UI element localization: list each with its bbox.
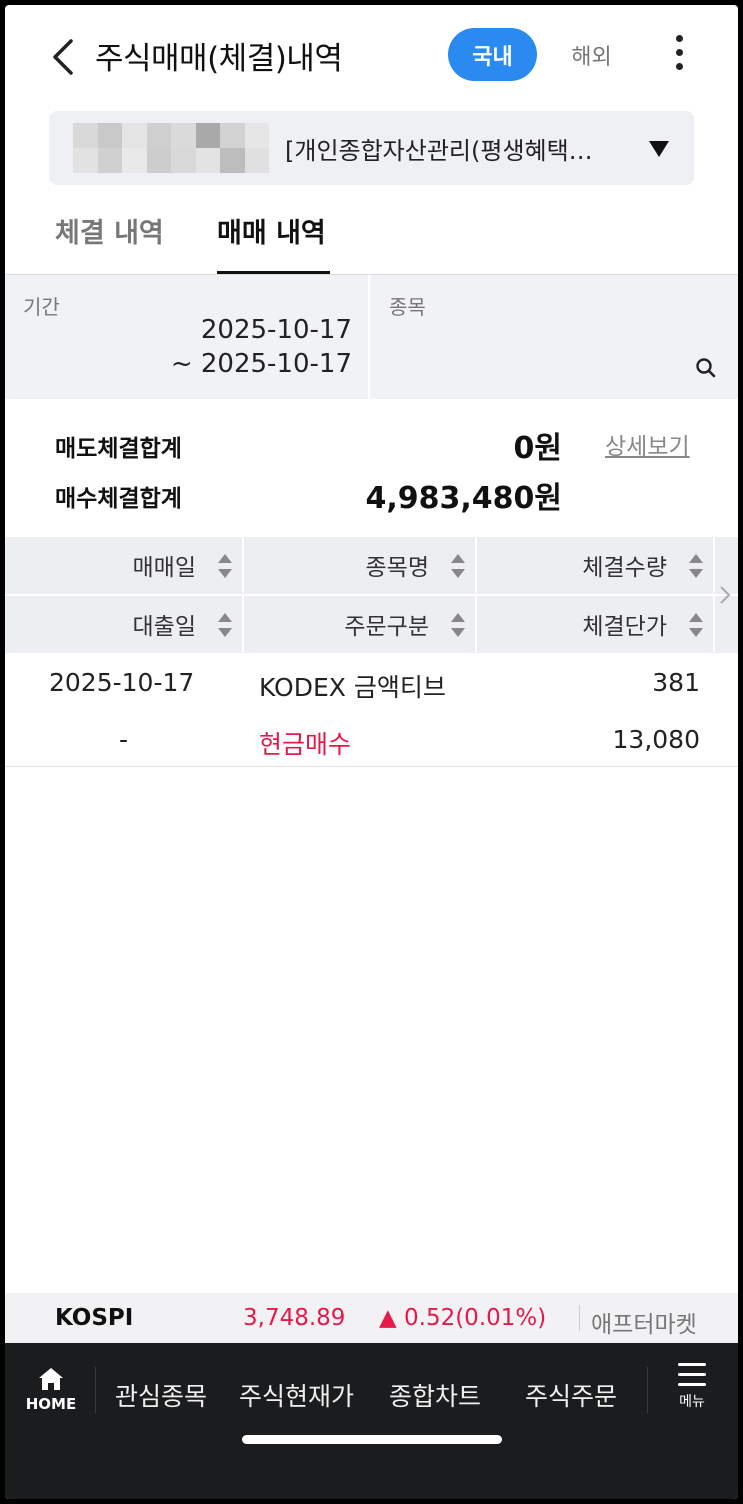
filter-panel: 기간 2025-10-17 ~ 2025-10-17 종목 [5, 275, 738, 399]
column-header-order-type[interactable]: 주문구분 [244, 596, 477, 652]
dropdown-triangle-icon [649, 141, 669, 157]
tab-bar: 체결 내역 매매 내역 [5, 195, 738, 275]
sort-icon [218, 613, 232, 637]
index-name: KOSPI [55, 1305, 134, 1331]
nav-item-watchlist[interactable]: 관심종목 [115, 1377, 207, 1413]
ticker-divider [579, 1305, 580, 1331]
sell-total-value: 0원 [513, 431, 562, 466]
tab-trade-history[interactable]: 매매 내역 [217, 211, 326, 250]
more-options-icon[interactable] [669, 35, 689, 77]
nav-divider [647, 1367, 648, 1413]
quantity-cell: 381 [652, 668, 700, 697]
price-cell: 13,080 [612, 725, 700, 754]
period-filter[interactable]: 기간 2025-10-17 ~ 2025-10-17 [5, 275, 370, 399]
trade-summary: 매도체결합계 0원 상세보기 매수체결합계 4,983,480원 [5, 399, 738, 537]
stock-name-cell: KODEX 금액티브 [259, 673, 446, 702]
search-icon[interactable] [693, 355, 719, 381]
masked-account-number [73, 123, 269, 173]
page-title: 주식매매(체결)내역 [95, 41, 343, 77]
nav-home-button[interactable]: HOME [19, 1363, 83, 1423]
nav-menu-label: 메뉴 [679, 1394, 705, 1410]
sort-icon [451, 613, 465, 637]
nav-item-order[interactable]: 주식주문 [525, 1377, 617, 1413]
hamburger-menu-icon [678, 1363, 706, 1386]
app-screen: 주식매매(체결)내역 국내 해외 [개인종합자산관리(평생혜택… 체결 내역 매… [5, 5, 738, 1499]
period-end-date: ~ 2025-10-17 [170, 349, 352, 379]
header: 주식매매(체결)내역 국내 해외 [5, 5, 738, 110]
back-arrow-icon[interactable] [45, 35, 81, 79]
sort-icon [451, 554, 465, 578]
buy-total-label: 매수체결합계 [55, 486, 182, 512]
index-price: 3,748.89 [243, 1305, 346, 1331]
trade-date-cell: 2025-10-17 [49, 668, 195, 697]
chevron-right-icon[interactable] [715, 575, 735, 615]
column-header-trade-date[interactable]: 매매일 [5, 537, 244, 593]
index-change: ▲ 0.52(0.01%) [379, 1305, 547, 1331]
home-indicator-bar [242, 1435, 502, 1444]
table-row[interactable]: 2025-10-17 KODEX 금액티브 381 - 현금매수 13,080 [5, 653, 738, 767]
period-label: 기간 [23, 295, 60, 319]
account-name: [개인종합자산관리(평생혜택… [285, 137, 593, 165]
home-icon [39, 1368, 63, 1390]
sort-icon [689, 554, 703, 578]
view-details-link[interactable]: 상세보기 [605, 427, 690, 461]
tab-execution-history[interactable]: 체결 내역 [55, 211, 164, 250]
after-market-label: 애프터마켓 [591, 1312, 697, 1338]
nav-menu-button[interactable]: 메뉴 [665, 1363, 719, 1425]
column-header-price[interactable]: 체결단가 [477, 596, 715, 652]
table-header: 매매일 종목명 체결수량 대출일 주문구분 체결단가 [5, 537, 738, 653]
period-start-date: 2025-10-17 [200, 315, 352, 345]
segment-domestic-button[interactable]: 국내 [448, 28, 537, 81]
segment-overseas-button[interactable]: 해외 [553, 28, 630, 81]
bottom-navigation: HOME 관심종목 주식현재가 종합차트 주식주문 메뉴 [5, 1343, 738, 1499]
account-selector[interactable]: [개인종합자산관리(평생혜택… [49, 111, 694, 185]
nav-item-chart[interactable]: 종합차트 [389, 1377, 481, 1413]
sell-total-label: 매도체결합계 [55, 436, 182, 462]
loan-date-cell: - [119, 725, 129, 754]
column-header-quantity[interactable]: 체결수량 [477, 537, 715, 593]
buy-total-value: 4,983,480원 [365, 481, 562, 516]
order-type-cell: 현금매수 [259, 730, 352, 759]
active-tab-indicator [217, 271, 330, 274]
stock-filter-label: 종목 [389, 295, 426, 319]
nav-item-current-price[interactable]: 주식현재가 [239, 1377, 354, 1413]
column-header-loan-date[interactable]: 대출일 [5, 596, 244, 652]
column-header-stock-name[interactable]: 종목명 [244, 537, 477, 593]
sort-icon [218, 554, 232, 578]
nav-home-label: HOME [25, 1395, 77, 1413]
sort-icon [689, 613, 703, 637]
nav-divider [95, 1367, 96, 1413]
market-ticker[interactable]: KOSPI 3,748.89 ▲ 0.52(0.01%) 애프터마켓 [5, 1293, 738, 1343]
